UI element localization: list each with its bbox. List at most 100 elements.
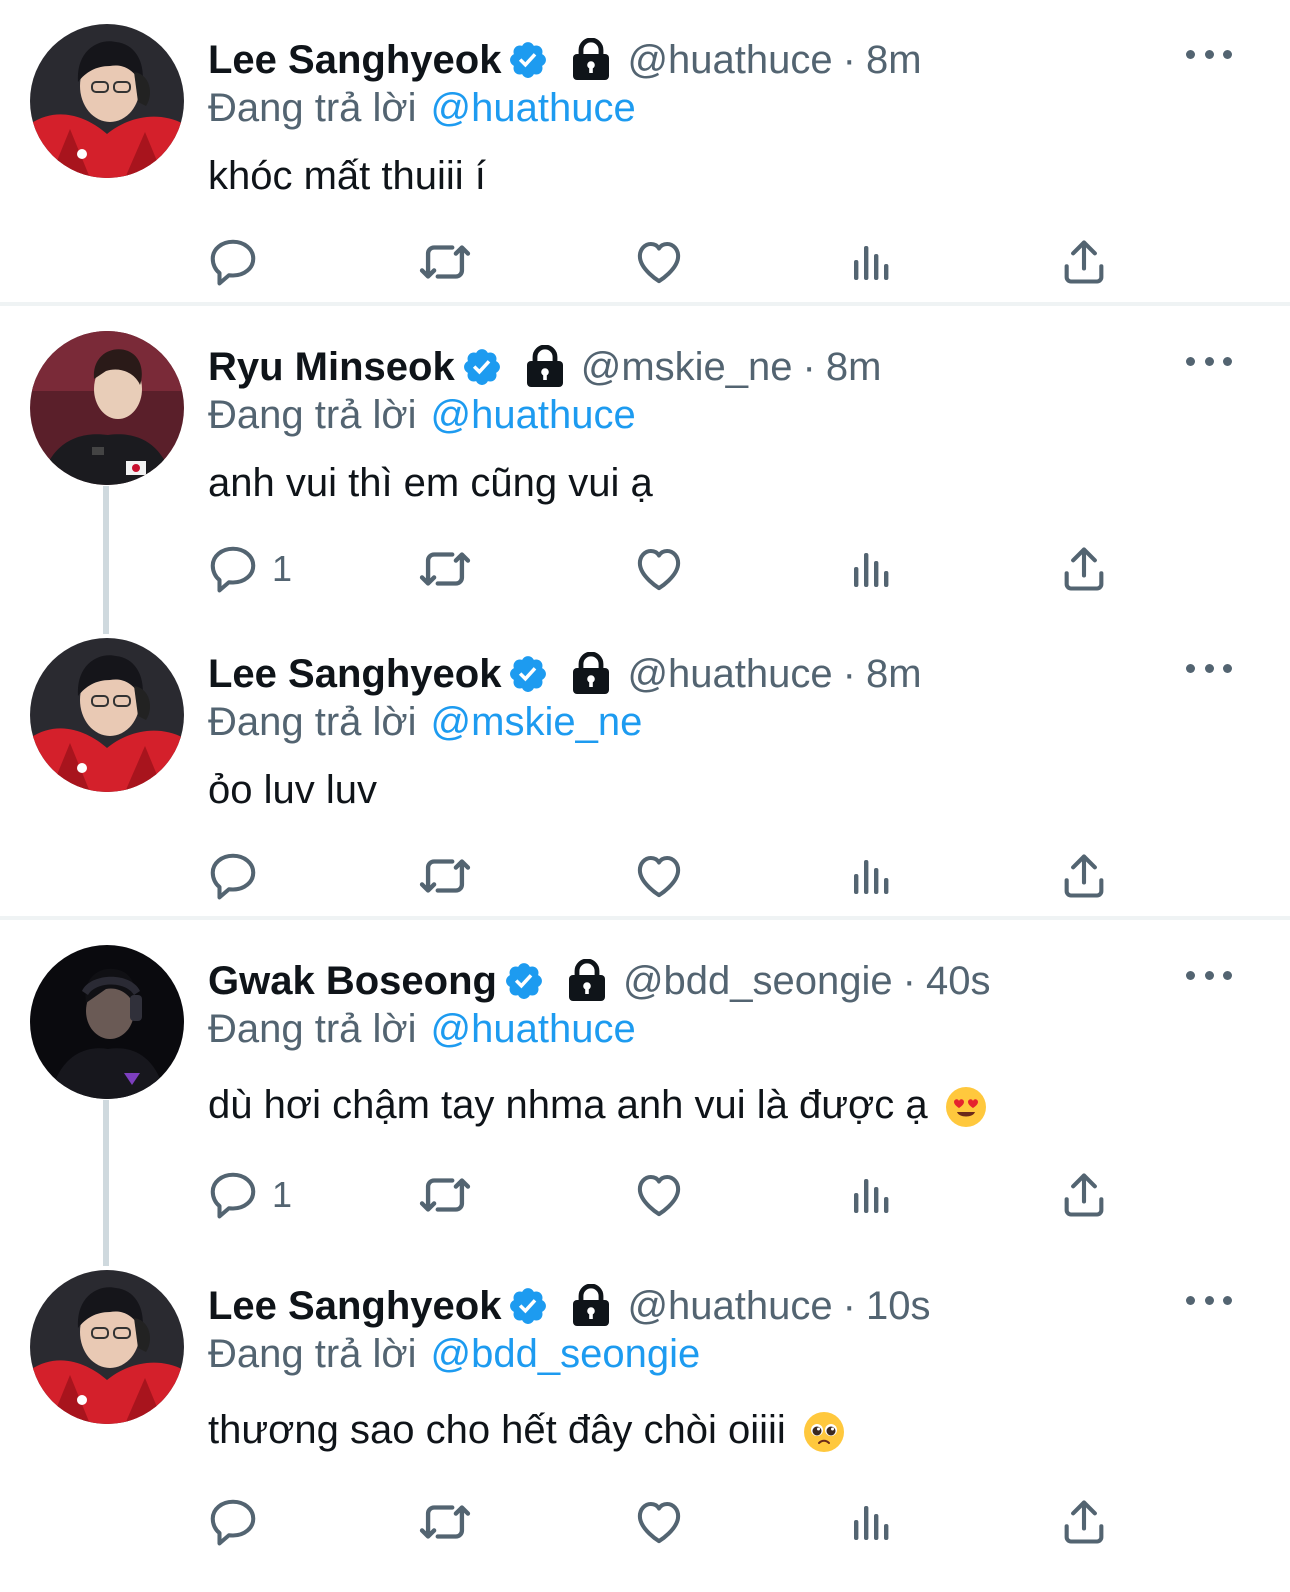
share-icon <box>1058 1496 1110 1548</box>
mention-link[interactable]: @huathuce <box>431 1007 636 1051</box>
separator-dot: · <box>842 1284 856 1328</box>
handle[interactable]: @bdd_seongie <box>623 953 893 1009</box>
avatar[interactable] <box>30 1270 184 1424</box>
action-bar <box>0 846 1290 906</box>
replying-to-label: Đang trả lời <box>208 1332 417 1376</box>
retweet-button[interactable] <box>416 232 474 292</box>
reply-button[interactable] <box>206 1492 272 1552</box>
reply-button[interactable] <box>206 846 272 906</box>
timestamp[interactable]: 10s <box>866 1278 931 1334</box>
tweet[interactable]: Lee Sanghyeok @huathuce · 10s Đang trả l… <box>0 1270 1290 1570</box>
like-button[interactable] <box>632 232 686 292</box>
views-chart-icon <box>846 1498 894 1546</box>
avatar[interactable] <box>30 638 184 792</box>
tweet-text-content: anh vui thì em cũng vui ạ <box>208 461 653 505</box>
lock-icon <box>571 1284 611 1328</box>
more-options-icon[interactable] <box>1186 44 1232 64</box>
reply-icon <box>206 1495 260 1549</box>
views-button[interactable] <box>846 539 894 599</box>
replying-to-label: Đang trả lời <box>208 700 417 744</box>
more-options-icon[interactable] <box>1186 965 1232 985</box>
tweet-text: thương sao cho hết đây chòi oiiii <box>208 1402 845 1458</box>
verified-badge-icon <box>461 346 503 388</box>
more-options-icon[interactable] <box>1186 658 1232 678</box>
action-bar <box>0 1492 1290 1552</box>
retweet-button[interactable] <box>416 846 474 906</box>
separator-dot: · <box>902 959 916 1003</box>
tweet-text: dù hơi chậm tay nhma anh vui là được ạ <box>208 1077 987 1133</box>
like-button[interactable] <box>632 1165 686 1225</box>
replying-to-label: Đang trả lời <box>208 86 417 130</box>
tweet[interactable]: Gwak Boseong @bdd_seongie · 40s Đang trả… <box>0 945 1290 1215</box>
mention-link[interactable]: @huathuce <box>431 393 636 437</box>
lock-icon <box>525 345 565 389</box>
tweet-text-content: dù hơi chậm tay nhma anh vui là được ạ <box>208 1083 928 1127</box>
verified-badge-icon <box>507 1285 549 1327</box>
tweet-text: khóc mất thuiii í <box>208 148 486 204</box>
replying-to: Đang trả lời @mskie_ne <box>208 694 642 750</box>
action-bar: 1 <box>0 539 1290 599</box>
replying-to-label: Đang trả lời <box>208 1007 417 1051</box>
share-button[interactable] <box>1058 232 1110 292</box>
like-button[interactable] <box>632 846 686 906</box>
avatar[interactable] <box>30 331 184 485</box>
share-button[interactable] <box>1058 846 1110 906</box>
retweet-button[interactable] <box>416 1492 474 1552</box>
action-bar: 1 <box>0 1165 1290 1225</box>
views-button[interactable] <box>846 1492 894 1552</box>
share-button[interactable] <box>1058 539 1110 599</box>
tweet[interactable]: Lee Sanghyeok @huathuce · 8m Đang trả lờ… <box>0 638 1290 898</box>
mention-link[interactable]: @huathuce <box>431 86 636 130</box>
retweet-button[interactable] <box>416 539 474 599</box>
mention-link[interactable]: @bdd_seongie <box>431 1332 701 1376</box>
like-button[interactable] <box>632 539 686 599</box>
like-button[interactable] <box>632 1492 686 1552</box>
heart-eyes-emoji-icon <box>945 1087 986 1128</box>
avatar[interactable] <box>30 945 184 1099</box>
heart-icon <box>632 235 686 289</box>
share-button[interactable] <box>1058 1165 1110 1225</box>
views-chart-icon <box>846 1171 894 1219</box>
tweet-text: ỏo luv luv <box>208 762 377 818</box>
reply-icon <box>206 1168 260 1222</box>
timestamp[interactable]: 8m <box>866 32 922 88</box>
tweet-text-content: thương sao cho hết đây chòi oiiii <box>208 1408 786 1452</box>
retweet-icon <box>416 540 474 598</box>
reply-button[interactable]: 1 <box>206 1165 292 1225</box>
reply-icon <box>206 542 260 596</box>
reply-count: 1 <box>272 548 293 589</box>
handle[interactable]: @huathuce <box>627 646 832 702</box>
views-chart-icon <box>846 238 894 286</box>
handle[interactable]: @huathuce <box>627 32 832 88</box>
timestamp[interactable]: 40s <box>926 953 991 1009</box>
heart-icon <box>632 542 686 596</box>
heart-icon <box>632 1168 686 1222</box>
more-options-icon[interactable] <box>1186 351 1232 371</box>
lock-icon <box>571 652 611 696</box>
reply-icon <box>206 235 260 289</box>
retweet-button[interactable] <box>416 1165 474 1225</box>
verified-badge-icon <box>507 653 549 695</box>
reply-button[interactable]: 1 <box>206 539 292 599</box>
replying-to: Đang trả lời @huathuce <box>208 80 636 136</box>
views-chart-icon <box>846 852 894 900</box>
divider <box>0 916 1290 920</box>
mention-link[interactable]: @mskie_ne <box>431 700 643 744</box>
avatar[interactable] <box>30 24 184 178</box>
more-options-icon[interactable] <box>1186 1290 1232 1310</box>
tweet-text-content: khóc mất thuiii í <box>208 154 486 198</box>
views-button[interactable] <box>846 232 894 292</box>
reply-button[interactable] <box>206 232 272 292</box>
tweet[interactable]: Lee Sanghyeok @huathuce · 8m Đang trả lờ… <box>0 24 1290 284</box>
share-button[interactable] <box>1058 1492 1110 1552</box>
verified-badge-icon <box>503 960 545 1002</box>
replying-to: Đang trả lời @bdd_seongie <box>208 1326 700 1382</box>
divider <box>0 302 1290 306</box>
views-button[interactable] <box>846 846 894 906</box>
views-button[interactable] <box>846 1165 894 1225</box>
timestamp[interactable]: 8m <box>826 339 882 395</box>
tweet[interactable]: Ryu Minseok @mskie_ne · 8m Đang trả lời @… <box>0 331 1290 591</box>
timestamp[interactable]: 8m <box>866 646 922 702</box>
pleading-face-emoji-icon <box>803 1412 844 1453</box>
replying-to-label: Đang trả lời <box>208 393 417 437</box>
